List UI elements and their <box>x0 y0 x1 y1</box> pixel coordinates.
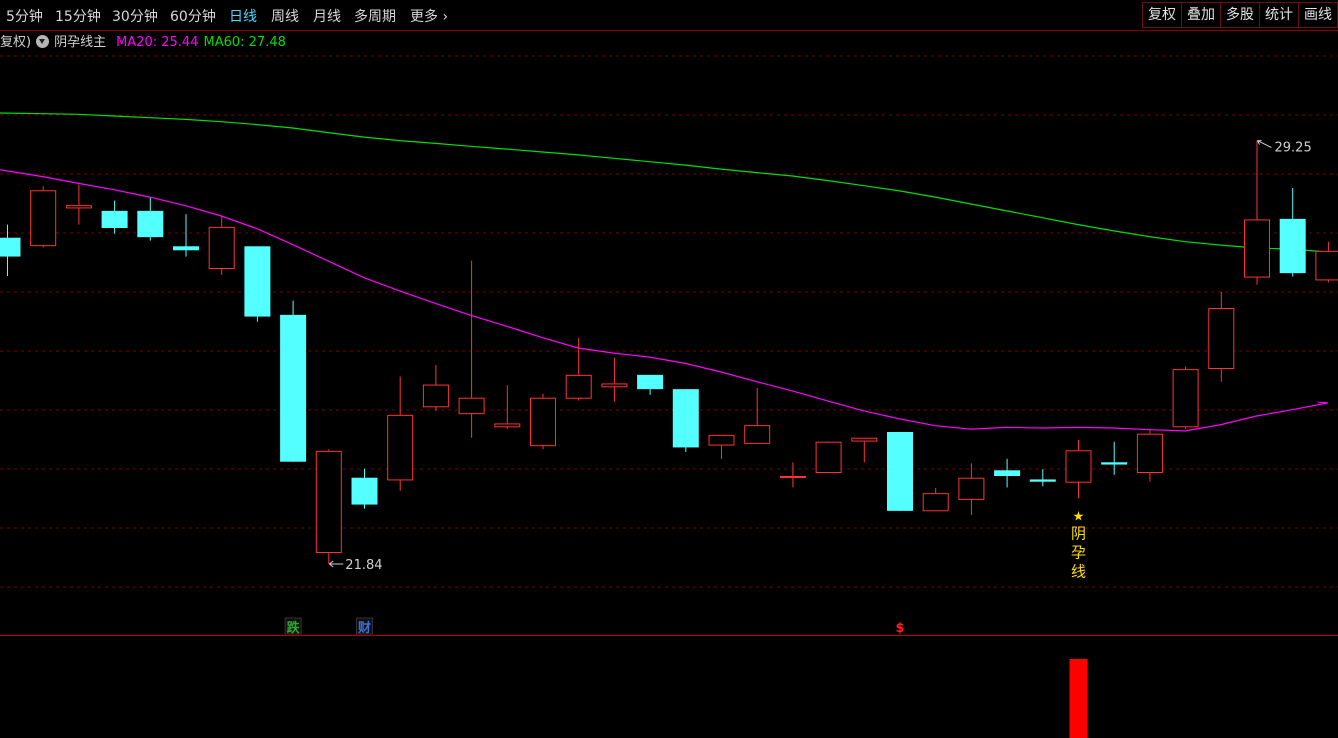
candle <box>1279 188 1306 277</box>
candle-body <box>1279 218 1306 274</box>
max-arrow <box>1257 140 1272 149</box>
candle <box>744 388 771 444</box>
candle <box>0 224 21 276</box>
event-marker: 跌 <box>287 620 301 636</box>
candle <box>137 197 164 241</box>
candle <box>422 365 449 411</box>
candle-body <box>994 470 1021 476</box>
candle <box>708 434 735 459</box>
signal-label-char: 孕 <box>1071 543 1086 561</box>
candle <box>815 441 842 474</box>
candle <box>1136 430 1163 482</box>
candle <box>280 300 307 462</box>
candle <box>244 246 271 322</box>
candle-body <box>601 383 628 388</box>
candle <box>887 432 913 511</box>
event-marker: $ <box>895 621 904 636</box>
candle <box>601 357 628 402</box>
candle-body <box>1172 369 1199 428</box>
candle-body <box>387 414 414 481</box>
candle-body <box>1065 450 1092 483</box>
candle-body <box>815 441 842 474</box>
candle <box>315 449 342 564</box>
candle-body <box>351 477 378 505</box>
candle-body <box>0 237 21 257</box>
signal-volume-bar <box>1069 659 1088 738</box>
candle-body <box>65 205 92 209</box>
candle <box>637 374 664 395</box>
candle-body <box>315 450 342 554</box>
candle-body <box>744 425 771 444</box>
event-marker: 财 <box>358 620 371 636</box>
candle-body <box>708 434 735 446</box>
candle <box>1315 241 1338 283</box>
candle <box>851 437 878 463</box>
candle <box>994 458 1021 488</box>
candle <box>101 200 128 234</box>
candle-body <box>1244 219 1270 278</box>
candle <box>1244 140 1270 285</box>
candle-body <box>494 423 521 428</box>
candle <box>530 393 556 450</box>
candle <box>173 214 199 257</box>
candle <box>458 260 485 438</box>
candle-body <box>779 476 806 478</box>
candle-body <box>101 210 128 228</box>
max-price-label: 29.25 <box>1275 141 1312 156</box>
candle <box>65 184 92 225</box>
candle-body <box>244 246 271 317</box>
candle-body <box>887 432 913 511</box>
candle-body <box>922 493 949 512</box>
candle <box>1101 441 1128 475</box>
candle-body <box>637 374 664 390</box>
ma20-line <box>0 169 1329 432</box>
candle <box>30 186 57 248</box>
candle <box>565 337 592 401</box>
candle <box>387 376 414 491</box>
candle-body <box>1101 462 1128 465</box>
candle-body <box>1136 433 1163 474</box>
candle-body <box>672 389 699 448</box>
candle <box>922 488 949 512</box>
candle-body <box>422 384 449 408</box>
signal-star-icon: ★ <box>1073 509 1085 524</box>
candle-body <box>173 246 199 251</box>
candle-body <box>208 226 235 270</box>
candle <box>1208 292 1235 382</box>
candle <box>1065 440 1092 499</box>
candle-body <box>280 314 307 462</box>
ma60-line <box>0 112 1328 253</box>
candle <box>779 462 806 488</box>
min-arrow <box>329 560 344 568</box>
candle <box>1172 366 1199 430</box>
candle-body <box>958 477 985 500</box>
min-price-label: 21.84 <box>345 558 382 573</box>
candle <box>494 385 521 430</box>
candle-body <box>530 397 556 447</box>
candle-body <box>1208 308 1235 369</box>
candlestick-chart[interactable]: 29.25 21.84 ★阴孕线跌 财 $ <box>0 0 1338 738</box>
candle <box>958 463 985 515</box>
candle <box>351 468 378 509</box>
candle-body <box>30 190 57 247</box>
signal-label-char: 线 <box>1071 562 1086 580</box>
candle-body <box>1029 479 1056 482</box>
candle <box>1029 469 1056 487</box>
candle-body <box>565 374 592 399</box>
candle <box>672 389 699 452</box>
candle-body <box>137 210 164 238</box>
candle-body <box>851 437 878 442</box>
candle-body <box>458 397 485 415</box>
signal-label-char: 阴 <box>1071 524 1086 542</box>
candle <box>208 216 235 275</box>
candle-body <box>1315 250 1338 281</box>
